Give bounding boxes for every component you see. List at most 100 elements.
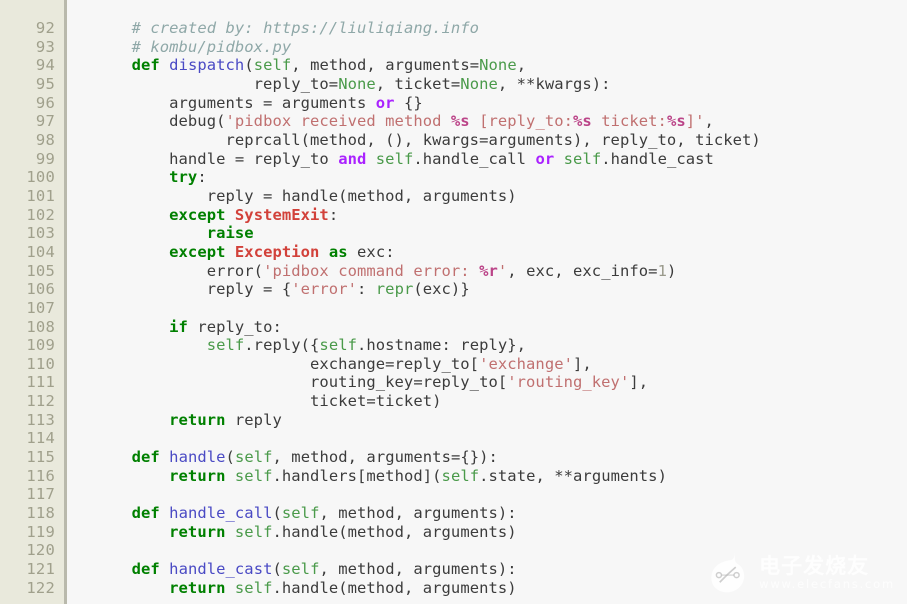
code-line: reply = {'error': repr(exc)} bbox=[94, 280, 761, 299]
code-token-self: self bbox=[234, 578, 273, 597]
line-number: 97 bbox=[35, 112, 55, 131]
code-token-plain: reply_to: bbox=[187, 317, 282, 336]
code-token-exc: Exception bbox=[234, 242, 320, 261]
code-token-plain: reply_to= bbox=[94, 74, 339, 93]
code-token-builtin: None bbox=[460, 74, 498, 93]
line-number: 120 bbox=[26, 541, 55, 560]
code-token-str: ]' bbox=[685, 112, 705, 131]
code-token-kw: if bbox=[169, 317, 188, 336]
code-token-builtin: None bbox=[338, 74, 376, 93]
code-line: reply_to=None, ticket=None, **kwargs): bbox=[94, 75, 761, 94]
code-token-plain: ( bbox=[244, 56, 254, 75]
code-token-kw: as bbox=[328, 242, 348, 261]
code-token-str: [reply_to: bbox=[469, 112, 574, 131]
code-token-plain: .handle_call bbox=[413, 149, 536, 168]
code-token-self: self bbox=[319, 336, 357, 355]
code-token-plain: routing_key=reply_to[ bbox=[94, 373, 508, 392]
code-token-kw: except bbox=[169, 242, 226, 261]
code-line: reply = handle(method, arguments) bbox=[94, 187, 761, 206]
code-token-str: 'exchange' bbox=[479, 354, 573, 373]
line-number: 93 bbox=[35, 37, 55, 56]
code-token-plain: ( bbox=[225, 448, 235, 467]
code-token-self: self bbox=[281, 560, 320, 579]
code-token-kw: def bbox=[131, 448, 160, 467]
line-number: 95 bbox=[35, 74, 55, 93]
line-number: 115 bbox=[26, 448, 55, 467]
code-token-kw: return bbox=[169, 466, 226, 485]
code-token-plain: , ticket= bbox=[375, 74, 461, 93]
code-token-self: self bbox=[206, 336, 245, 355]
line-number: 103 bbox=[26, 224, 55, 243]
code-token-str: 'error' bbox=[291, 280, 357, 299]
line-number: 113 bbox=[26, 410, 55, 429]
code-token-plain: , exc, exc_info= bbox=[507, 261, 658, 280]
code-line: reprcall(method, (), kwargs=arguments), … bbox=[94, 131, 761, 150]
code-line: handle = reply_to and self.handle_call o… bbox=[94, 150, 761, 169]
code-token-self: self bbox=[234, 522, 273, 541]
code-line: exchange=reply_to['exchange'], bbox=[94, 355, 761, 374]
code-viewport[interactable]: # created by: https://liuliqiang.info # … bbox=[67, 0, 907, 604]
code-line: ticket=ticket) bbox=[94, 392, 761, 411]
code-token-plain: .state, **arguments) bbox=[479, 466, 667, 485]
code-token-plain: , method, arguments): bbox=[319, 560, 517, 579]
code-token-plain: exc: bbox=[347, 242, 395, 261]
line-number: 102 bbox=[26, 205, 55, 224]
code-line: raise bbox=[94, 224, 761, 243]
code-token-plain: ( bbox=[272, 504, 282, 523]
code-token-plain: .reply({ bbox=[244, 336, 320, 355]
code-token-self: self bbox=[563, 149, 602, 168]
code-line: routing_key=reply_to['routing_key'], bbox=[94, 373, 761, 392]
line-number: 107 bbox=[26, 298, 55, 317]
code-token-op: and bbox=[338, 149, 367, 168]
code-token-plain: debug( bbox=[94, 112, 226, 131]
code-line: def handle_call(self, method, arguments)… bbox=[94, 504, 761, 523]
line-number: 112 bbox=[26, 392, 55, 411]
code-token-str: 'routing_key' bbox=[507, 373, 630, 392]
code-token-str: ticket: bbox=[591, 112, 667, 131]
code-token-plain: reprcall(method, (), kwargs=arguments), … bbox=[94, 130, 761, 149]
line-number: 110 bbox=[26, 354, 55, 373]
code-line: error('pidbox command error: %r', exc, e… bbox=[94, 262, 761, 281]
line-number: 99 bbox=[35, 149, 55, 168]
code-token-plain: error( bbox=[94, 261, 264, 280]
line-number: 106 bbox=[26, 280, 55, 299]
code-token-builtin: None bbox=[479, 56, 517, 75]
code-token-fmt: %s bbox=[666, 112, 686, 131]
line-number: 118 bbox=[26, 504, 55, 523]
line-number: 116 bbox=[26, 466, 55, 485]
code-line: # kombu/pidbox.py bbox=[94, 38, 761, 57]
line-number-gutter: 92 93 94 95 96 97 98 99 100 101 102 103 104 105 106 107… bbox=[0, 0, 64, 604]
code-line: arguments = arguments or {} bbox=[94, 94, 761, 113]
code-token-kw: raise bbox=[206, 224, 254, 243]
code-token-kw: def bbox=[131, 504, 160, 523]
code-token-self: self bbox=[234, 466, 273, 485]
code-token-plain: reply = { bbox=[94, 280, 292, 299]
code-token-plain: (exc)} bbox=[413, 280, 470, 299]
code-line: return self.handlers[method](self.state,… bbox=[94, 467, 761, 486]
code-token-self: self bbox=[253, 56, 292, 75]
line-number: 109 bbox=[26, 336, 55, 355]
code-line: try: bbox=[94, 168, 761, 187]
code-line: # created by: https://liuliqiang.info bbox=[94, 19, 761, 38]
code-token-plain: : bbox=[197, 168, 207, 187]
code-token-plain: reply bbox=[225, 410, 282, 429]
code-line: return reply bbox=[94, 411, 761, 430]
line-number: 104 bbox=[26, 242, 55, 261]
code-token-fn: handle_cast bbox=[169, 560, 273, 579]
code-token-fn: handle_call bbox=[169, 504, 273, 523]
